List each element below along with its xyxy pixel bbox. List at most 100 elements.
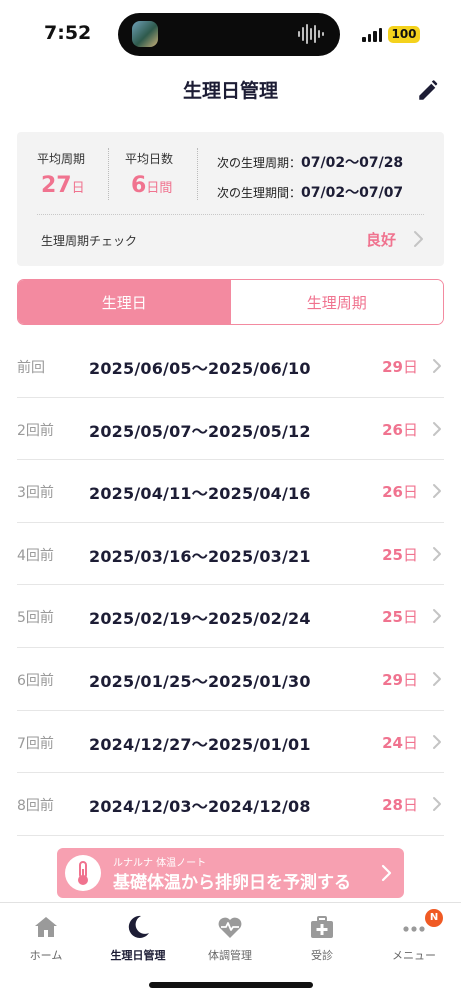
chevron-right-icon [381,864,392,882]
list-item-length-value: 29 [382,358,403,376]
list-item-length-value: 25 [382,608,403,627]
home-icon [35,917,57,937]
tab-period-days[interactable]: 生理日 [18,280,231,324]
next-cycle-value: 07/02〜07/28 [301,155,404,171]
chevron-right-icon [433,359,441,373]
nav-item-menu[interactable]: N メニュー [368,909,460,963]
list-item-range: 2025/05/07〜2025/05/12 [89,421,311,441]
list-item-length: 24日 [382,732,418,753]
next-period-label: 次の生理期間： [217,186,302,200]
status-bar: 7:52 100 [0,0,461,62]
chevron-right-icon [433,734,441,749]
list-item-range: 2025/01/25〜2025/01/30 [89,671,311,691]
avg-days-value: 6 [131,173,147,198]
heart-pulse-icon [218,917,242,938]
list-item[interactable]: 4回前 2025/03/16〜2025/03/21 25日 [17,523,444,586]
list-item-range: 2024/12/03〜2024/12/08 [89,797,311,817]
list-item-range: 2025/02/19〜2025/02/24 [89,609,311,629]
moon-icon [128,915,149,938]
list-item-length: 26日 [382,481,418,502]
list-item-ago: 7回前 [17,735,54,752]
island-media-thumbnail [132,21,158,47]
list-item-length-unit: 日 [402,545,418,564]
chevron-right-icon [433,421,441,436]
thermometer-icon [65,855,101,891]
list-item-length-value: 25 [382,545,403,564]
list-item[interactable]: 7回前 2024/12/27〜2025/01/01 24日 [17,711,444,774]
chevron-right-icon [433,609,441,624]
list-item-length-unit: 日 [402,670,418,689]
battery-icon: 100 [388,26,420,43]
dynamic-island[interactable] [118,13,340,56]
list-item-ago: 5回前 [17,610,54,627]
avg-cycle-label: 平均周期 [37,152,86,166]
nav-label-menu: メニュー [392,949,436,962]
list-item-ago: 前回 [17,360,45,376]
list-item-length: 25日 [382,544,418,565]
avg-cycle-unit: 日 [71,181,85,196]
list-item-length-value: 24 [382,733,403,752]
chevron-right-icon [433,797,441,812]
list-item-ago: 3回前 [17,485,54,502]
list-item-length-unit: 日 [402,608,418,627]
nav-item-home[interactable]: ホーム [0,913,92,963]
nav-label-home: ホーム [29,949,63,962]
cycle-check-result: 良好 [365,231,396,249]
chevron-right-icon [433,484,441,499]
nav-item-clinic[interactable]: 受診 [276,913,368,963]
list-item[interactable]: 6回前 2025/01/25〜2025/01/30 29日 [17,648,444,711]
basal-temp-banner[interactable]: ルナルナ 体温ノート 基礎体温から排卵日を予測する [57,848,404,898]
list-item[interactable]: 3回前 2025/04/11〜2025/04/16 26日 [17,460,444,523]
tab-period-cycle[interactable]: 生理周期 [230,280,443,324]
pencil-icon[interactable] [416,77,442,103]
list-item-length-value: 29 [382,670,403,689]
list-item-length-value: 28 [382,796,403,815]
list-item-length-value: 26 [382,483,403,502]
chevron-right-icon [433,546,441,561]
list-item-range: 2025/04/11〜2025/04/16 [89,484,311,504]
list-item-range: 2025/03/16〜2025/03/21 [89,546,311,566]
cycle-check-row[interactable]: 生理周期チェック 良好 [17,214,444,266]
chevron-right-icon [433,671,441,686]
list-item[interactable]: 5回前 2025/02/19〜2025/02/24 25日 [17,585,444,648]
list-item-length: 29日 [382,669,418,690]
nav-item-period[interactable]: 生理日管理 [92,913,184,963]
list-item-ago: 4回前 [17,547,54,564]
notification-badge: N [425,909,443,927]
avg-cycle-value: 27 [41,173,72,198]
list-item-length: 26日 [382,419,418,440]
list-item-length: 28日 [382,794,418,815]
list-item-length-value: 26 [382,420,403,439]
page-title: 生理日管理 [182,80,278,102]
next-period-value: 07/02〜07/07 [301,185,404,201]
list-item[interactable]: 前回 2025/06/05〜2025/06/10 29日 [17,335,444,398]
nav-label-period: 生理日管理 [110,949,166,962]
signal-icon [362,28,382,42]
nav-item-condition[interactable]: 体調管理 [184,913,276,963]
list-item-length-unit: 日 [402,796,418,815]
avg-cycle-stat: 平均周期 27日 [37,150,85,198]
list-item[interactable]: 8回前 2024/12/03〜2024/12/08 28日 [17,773,444,836]
list-item-length: 25日 [382,606,418,627]
list-item-ago: 6回前 [17,672,54,689]
list-item-length-unit: 日 [402,420,418,439]
more-icon [403,926,425,932]
next-period-row: 次の生理期間：07/02〜07/07 [217,182,403,202]
home-indicator[interactable] [149,982,313,988]
next-cycle-row: 次の生理周期：07/02〜07/28 [217,152,403,172]
nav-label-condition: 体調管理 [208,949,252,962]
list-item-length-unit: 日 [402,358,418,376]
stat-divider [197,148,198,200]
medical-bag-icon [311,916,333,938]
cycle-summary-card: 平均周期 27日 平均日数 6日間 次の生理周期：07/02〜07/28 次の生… [17,132,444,266]
list-item[interactable]: 2回前 2025/05/07〜2025/05/12 26日 [17,398,444,461]
status-time: 7:52 [44,22,92,44]
list-item-length: 29日 [382,356,418,377]
stat-divider [108,148,109,200]
list-item-range: 2025/06/05〜2025/06/10 [89,359,311,378]
cycle-check-label: 生理周期チェック [41,234,138,248]
avg-days-unit: 日間 [146,181,173,196]
banner-title: 基礎体温から排卵日を予測する [113,873,351,893]
avg-days-stat: 平均日数 6日間 [125,150,173,198]
list-item-length-unit: 日 [402,733,418,752]
